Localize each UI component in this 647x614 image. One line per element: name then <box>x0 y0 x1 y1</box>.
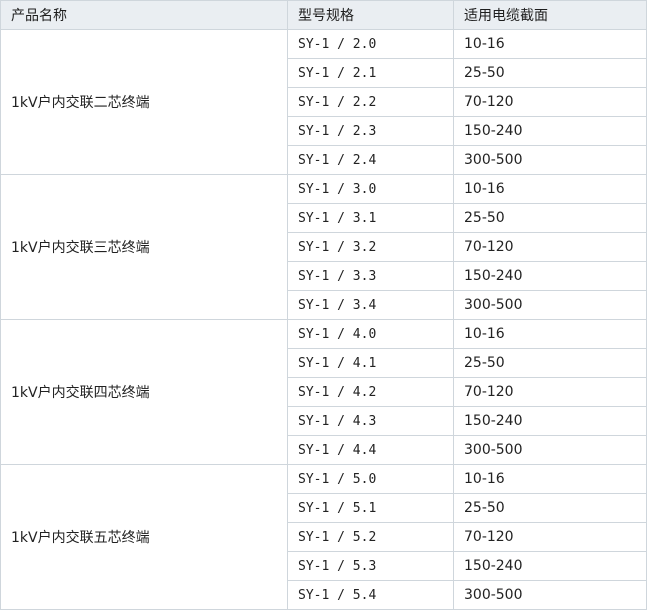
cable-section-cell: 25-50 <box>453 58 647 88</box>
model-spec-cell: SY-1 / 4.4 <box>287 435 454 465</box>
table-row: 1kV户内交联四芯终端 SY-1 / 4.0 10-16 <box>0 319 647 465</box>
product-name-cell: 1kV户内交联四芯终端 <box>0 319 288 465</box>
table-row: 1kV户内交联二芯终端 SY-1 / 2.0 10-16 <box>0 29 647 175</box>
product-name-cell: 1kV户内交联五芯终端 <box>0 464 288 610</box>
model-spec-cell: SY-1 / 5.0 <box>287 464 454 494</box>
model-spec-cell: SY-1 / 3.3 <box>287 261 454 291</box>
model-spec-cell: SY-1 / 2.0 <box>287 29 454 59</box>
table-header: 产品名称 型号规格 适用电缆截面 <box>0 0 647 30</box>
cable-section-cell: 70-120 <box>453 87 647 117</box>
header-product-name: 产品名称 <box>0 0 288 30</box>
model-spec-cell: SY-1 / 2.1 <box>287 58 454 88</box>
cable-section-cell: 300-500 <box>453 290 647 320</box>
model-spec-cell: SY-1 / 5.3 <box>287 551 454 581</box>
model-spec-cell: SY-1 / 4.2 <box>287 377 454 407</box>
model-spec-cell: SY-1 / 3.4 <box>287 290 454 320</box>
cable-section-cell: 150-240 <box>453 551 647 581</box>
model-spec-cell: SY-1 / 2.2 <box>287 87 454 117</box>
cable-section-cell: 70-120 <box>453 522 647 552</box>
table-row: 1kV户内交联三芯终端 SY-1 / 3.0 10-16 <box>0 174 647 320</box>
model-spec-cell: SY-1 / 4.3 <box>287 406 454 436</box>
model-spec-cell: SY-1 / 5.1 <box>287 493 454 523</box>
cable-section-cell: 300-500 <box>453 580 647 610</box>
model-spec-cell: SY-1 / 2.3 <box>287 116 454 146</box>
cable-section-cell: 10-16 <box>453 464 647 494</box>
model-spec-cell: SY-1 / 3.0 <box>287 174 454 204</box>
cable-section-cell: 70-120 <box>453 377 647 407</box>
model-spec-cell: SY-1 / 4.0 <box>287 319 454 349</box>
model-spec-cell: SY-1 / 4.1 <box>287 348 454 378</box>
model-spec-cell: SY-1 / 2.4 <box>287 145 454 175</box>
cable-section-cell: 10-16 <box>453 174 647 204</box>
cable-section-cell: 10-16 <box>453 29 647 59</box>
cable-section-cell: 150-240 <box>453 116 647 146</box>
product-name-cell: 1kV户内交联二芯终端 <box>0 29 288 175</box>
cable-section-cell: 25-50 <box>453 348 647 378</box>
cable-section-cell: 25-50 <box>453 203 647 233</box>
model-spec-cell: SY-1 / 5.2 <box>287 522 454 552</box>
model-spec-cell: SY-1 / 3.1 <box>287 203 454 233</box>
cable-section-cell: 300-500 <box>453 145 647 175</box>
cable-section-cell: 150-240 <box>453 261 647 291</box>
header-cable-section: 适用电缆截面 <box>453 0 647 30</box>
cable-section-cell: 150-240 <box>453 406 647 436</box>
model-spec-cell: SY-1 / 3.2 <box>287 232 454 262</box>
model-spec-cell: SY-1 / 5.4 <box>287 580 454 610</box>
header-row: 产品名称 型号规格 适用电缆截面 <box>0 0 647 30</box>
cable-section-cell: 25-50 <box>453 493 647 523</box>
product-name-cell: 1kV户内交联三芯终端 <box>0 174 288 320</box>
cable-section-cell: 10-16 <box>453 319 647 349</box>
table-body: 1kV户内交联二芯终端 SY-1 / 2.0 10-16 SY-1 / 2.1 25-5… <box>0 29 647 610</box>
cable-section-cell: 300-500 <box>453 435 647 465</box>
spec-table: 产品名称 型号规格 适用电缆截面 1kV户内交联二芯终端 SY-1 / 2.0 10… <box>0 0 647 610</box>
cable-section-cell: 70-120 <box>453 232 647 262</box>
header-model-spec: 型号规格 <box>287 0 454 30</box>
table-row: 1kV户内交联五芯终端 SY-1 / 5.0 10-16 <box>0 464 647 610</box>
